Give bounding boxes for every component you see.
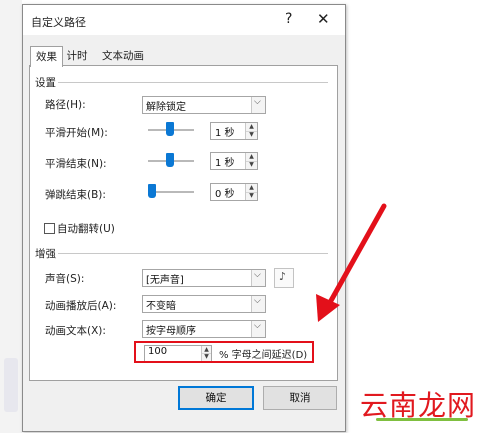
red-arrow-line	[325, 203, 387, 309]
red-arrow-head	[316, 294, 340, 322]
annotation-overlay	[316, 203, 387, 322]
tab-effect[interactable]: 效果	[30, 46, 63, 67]
watermark-underline	[376, 418, 468, 421]
